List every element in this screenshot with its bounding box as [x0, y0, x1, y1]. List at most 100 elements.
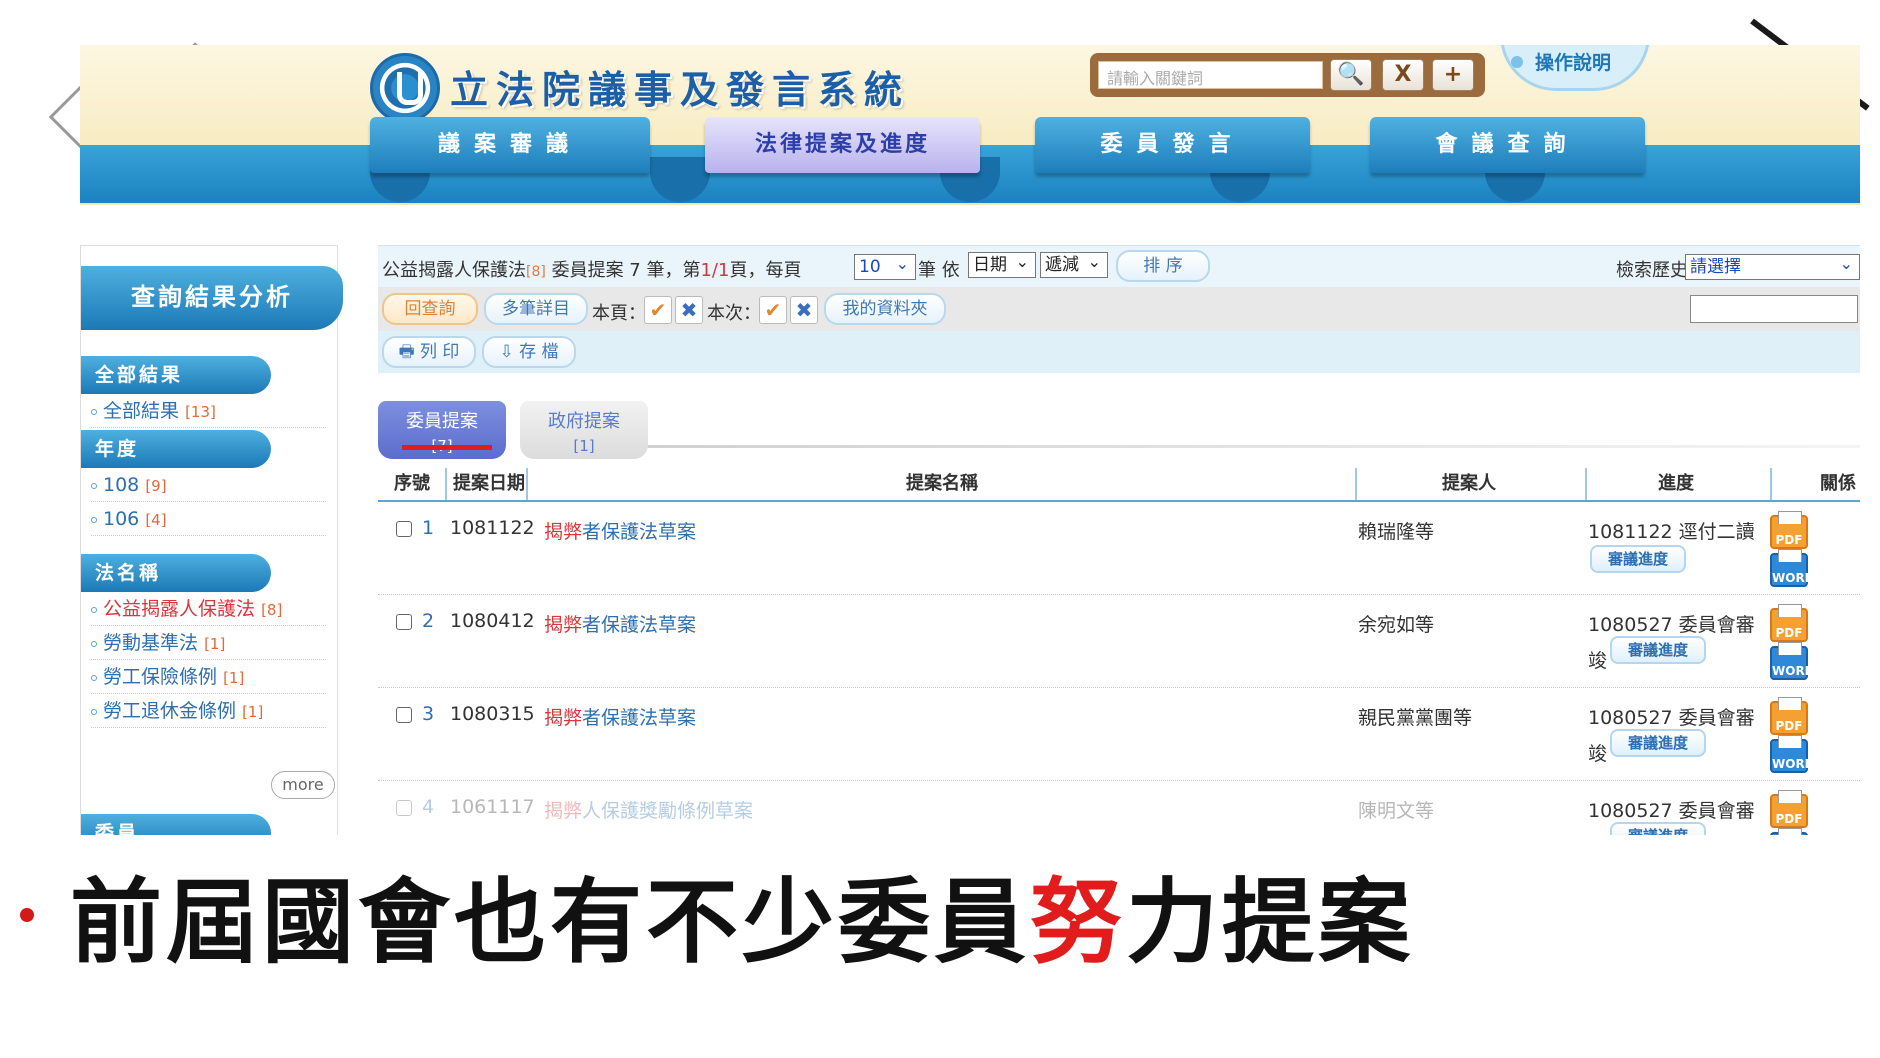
- nav-bill-review[interactable]: 議案審議: [370, 117, 650, 173]
- tab-label: 委員提案: [406, 411, 478, 432]
- multi-detail-button[interactable]: 多筆詳目: [484, 293, 588, 325]
- print-label: 列 印: [420, 342, 460, 362]
- printer-icon: 🖶: [398, 342, 421, 362]
- section-all-results: 全部結果: [81, 356, 271, 394]
- pdf-icon[interactable]: PDF: [1770, 790, 1808, 828]
- row-progress-cont: 竣: [1588, 832, 1607, 835]
- row-proposer: 余宛如等: [1358, 614, 1435, 636]
- search-input[interactable]: 請輸入關鍵詞: [1098, 61, 1323, 89]
- row-proposer: 陳明文等: [1358, 800, 1435, 822]
- title-rest: 者保護法草案: [582, 521, 697, 543]
- sidebar-item-label: 勞工退休金條例: [103, 700, 237, 722]
- this-time-label: 本次：: [707, 303, 761, 324]
- clear-button[interactable]: X: [1382, 59, 1424, 91]
- row-title-link[interactable]: 揭弊人保護獎勵條例草案: [544, 796, 753, 823]
- word-icon[interactable]: WORD: [1770, 642, 1815, 680]
- nav-meeting-query[interactable]: 會議查詢: [1370, 117, 1645, 173]
- caption-highlight: 努: [1030, 869, 1127, 976]
- my-folder-button[interactable]: 我的資料夾: [824, 293, 946, 325]
- history-select[interactable]: 請選擇: [1685, 252, 1860, 280]
- col-separator: [526, 468, 528, 500]
- sidebar-item-label: 全部結果: [103, 400, 180, 422]
- section-law-name: 法名稱: [81, 554, 271, 592]
- caption-text: 前屆國會也有不少委員: [70, 869, 1031, 976]
- legislative-yuan-logo: [370, 53, 440, 123]
- sort-order-select[interactable]: 遞減: [1040, 250, 1108, 278]
- help-button[interactable]: 操作說明: [1500, 45, 1650, 91]
- sidebar-item-year-106[interactable]: 106 [4]: [91, 502, 326, 536]
- search-box: 請輸入關鍵詞 🔍 X +: [1090, 53, 1485, 97]
- sidebar-item-label: 公益揭露人保護法: [103, 598, 256, 620]
- summary-text: 委員提案 7 筆，第: [551, 260, 701, 281]
- row-checkbox[interactable]: [396, 521, 412, 537]
- header-underline: [378, 500, 1860, 502]
- help-label: 操作說明: [1535, 52, 1612, 74]
- row-seq: 1: [422, 517, 435, 539]
- sidebar-item-count: [8]: [261, 601, 283, 619]
- review-progress-button[interactable]: 審議進度: [1610, 822, 1706, 835]
- review-progress-button[interactable]: 審議進度: [1590, 545, 1686, 573]
- sidebar-item-law[interactable]: 公益揭露人保護法 [8]: [91, 592, 326, 626]
- slide-caption: 前屆國會也有不少委員努力提案: [70, 848, 1414, 981]
- help-dot-icon: [1511, 56, 1523, 68]
- title-rest: 人保護獎勵條例草案: [582, 800, 754, 822]
- print-button[interactable]: 🖶 列 印: [382, 336, 476, 368]
- sidebar-item-count: [1]: [204, 635, 226, 653]
- word-icon[interactable]: WORD: [1770, 735, 1815, 773]
- sidebar-item-law[interactable]: 勞動基準法 [1]: [91, 626, 326, 660]
- select-all-check-icon[interactable]: ✔: [759, 296, 787, 324]
- word-icon[interactable]: WORD: [1770, 549, 1815, 587]
- folder-input[interactable]: [1690, 295, 1858, 323]
- sort-button[interactable]: 排 序: [1116, 250, 1210, 282]
- row-title-link[interactable]: 揭弊者保護法草案: [544, 703, 696, 730]
- word-icon[interactable]: WORD: [1770, 828, 1808, 835]
- search-button[interactable]: 🔍: [1330, 59, 1372, 91]
- row-checkbox[interactable]: [396, 614, 412, 630]
- pdf-icon[interactable]: PDF: [1770, 604, 1808, 642]
- sidebar-item-year-108[interactable]: 108 [9]: [91, 468, 326, 502]
- row-checkbox[interactable]: [396, 800, 412, 816]
- row-checkbox[interactable]: [396, 707, 412, 723]
- review-progress-button[interactable]: 審議進度: [1610, 636, 1706, 664]
- per-page-select[interactable]: 10: [854, 252, 916, 280]
- sidebar-item-law[interactable]: 勞工保險條例 [1]: [91, 660, 326, 694]
- pdf-icon[interactable]: PDF: [1770, 511, 1808, 549]
- row-seq: 2: [422, 610, 435, 632]
- title-highlight: 揭弊: [544, 521, 583, 543]
- section-year: 年度: [81, 430, 271, 468]
- bullet-icon: [91, 482, 97, 489]
- summary-text: 頁，每頁: [729, 260, 802, 281]
- select-page-check-icon[interactable]: ✔: [644, 296, 672, 324]
- sidebar-item-count: [4]: [145, 511, 167, 529]
- sidebar-item-all[interactable]: 全部結果 [13]: [91, 394, 326, 428]
- tab-gov-proposal[interactable]: 政府提案 [1]: [520, 401, 648, 459]
- back-to-query-button[interactable]: 回查詢: [382, 293, 478, 325]
- deselect-page-x-icon[interactable]: ✖: [675, 296, 703, 324]
- nav-member-speech[interactable]: 委員發言: [1035, 117, 1310, 173]
- more-button[interactable]: more: [271, 771, 335, 799]
- bullet-icon: [91, 674, 97, 681]
- nav-law-proposals[interactable]: 法律提案及進度: [705, 117, 980, 173]
- row-title-link[interactable]: 揭弊者保護法草案: [544, 610, 696, 637]
- row-seq: 3: [422, 703, 435, 725]
- result-summary-bar: 公益揭露人保護法[8] 委員提案 7 筆，第1/1頁，每頁 10 筆 依 日期 …: [378, 245, 1860, 287]
- pdf-icon[interactable]: PDF: [1770, 697, 1808, 735]
- tab-member-proposal[interactable]: 委員提案 [7]: [378, 401, 506, 459]
- row-date: 1061117: [450, 796, 535, 818]
- review-progress-button[interactable]: 審議進度: [1610, 729, 1706, 757]
- sidebar-item-law[interactable]: 勞工退休金條例 [1]: [91, 694, 326, 728]
- save-button[interactable]: ⇩ 存 檔: [482, 336, 576, 368]
- save-icon: ⇩: [499, 342, 520, 362]
- row-title-link[interactable]: 揭弊者保護法草案: [544, 517, 696, 544]
- col-seq: 序號: [394, 473, 430, 494]
- tab-count: [1]: [573, 437, 595, 455]
- row-progress-cont: 竣: [1588, 650, 1608, 672]
- query-name: 公益揭露人保護法: [382, 260, 526, 281]
- add-button[interactable]: +: [1432, 59, 1474, 91]
- sort-field-select[interactable]: 日期: [968, 250, 1036, 278]
- history-label: 檢索歷史: [1616, 260, 1688, 281]
- sidebar-item-count: [13]: [185, 403, 216, 421]
- tab-label: 政府提案: [548, 411, 620, 432]
- deselect-all-x-icon[interactable]: ✖: [790, 296, 818, 324]
- page-number: 1/1: [700, 260, 730, 281]
